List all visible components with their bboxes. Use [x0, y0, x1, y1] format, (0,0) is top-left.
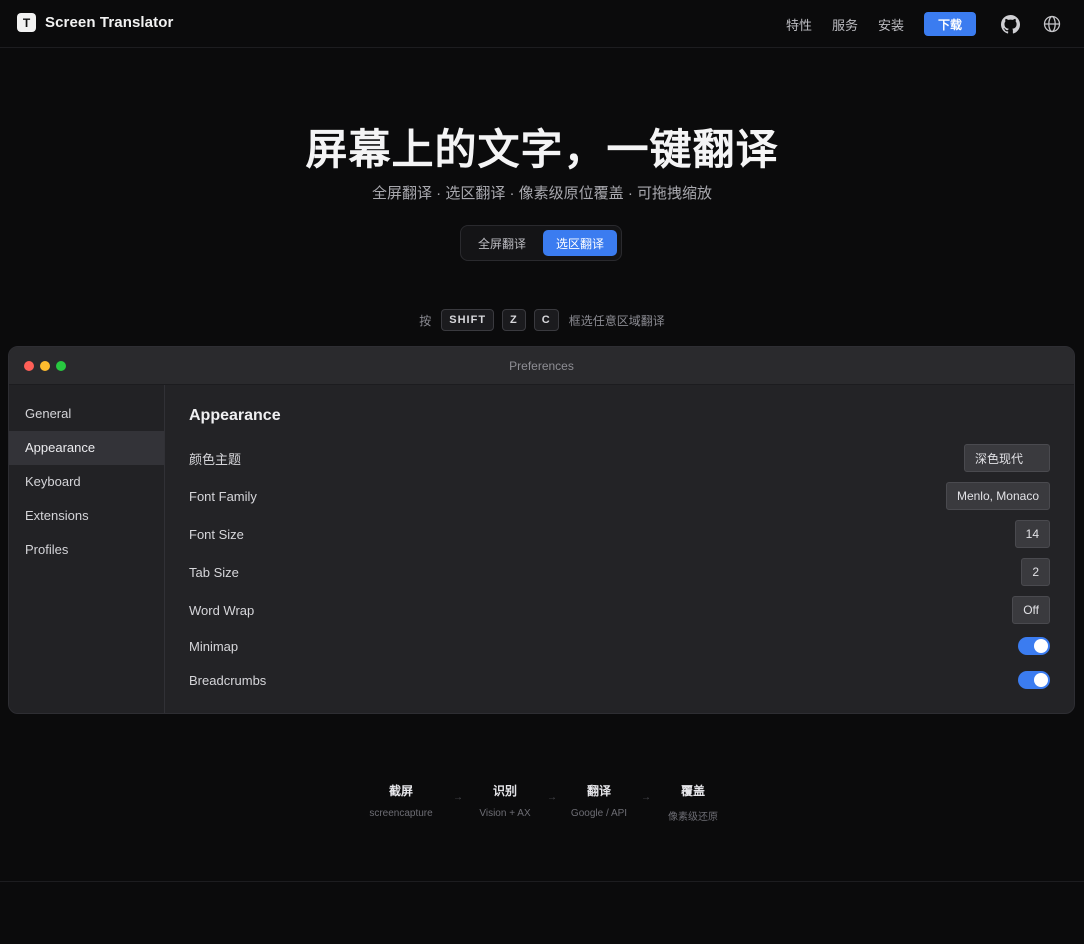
setting-row-font-family: Font Family Menlo, Monaco: [189, 481, 1050, 511]
setting-row-font-size: Font Size 14: [189, 519, 1050, 549]
font-family-select[interactable]: Menlo, Monaco: [945, 482, 1050, 510]
globe-icon[interactable]: [1042, 14, 1062, 34]
breadcrumbs-toggle[interactable]: [1018, 671, 1050, 689]
mode-selection[interactable]: 选区翻译: [543, 230, 617, 256]
key-shift: SHIFT: [441, 309, 495, 331]
sidebar-item-keyboard[interactable]: Keyboard: [9, 465, 164, 499]
sidebar-item-appearance[interactable]: Appearance: [9, 431, 164, 465]
setting-label: 颜色主题: [189, 451, 242, 467]
arrow-right-icon: →: [547, 792, 557, 803]
nav-link-install[interactable]: 安装: [878, 15, 904, 34]
pipeline-step: 翻译 Google / API: [567, 783, 631, 823]
color-theme-select[interactable]: 深色现代: [963, 444, 1050, 472]
top-bar: T Screen Translator 特性 服务 安装 下载: [0, 0, 1084, 48]
section-title: Appearance: [189, 407, 281, 424]
sidebar-item-profiles[interactable]: Profiles: [9, 533, 164, 567]
hint-prefix: 按: [419, 313, 432, 328]
setting-label: Tab Size: [189, 564, 239, 580]
window-titlebar[interactable]: Preferences: [9, 347, 1074, 385]
setting-label: Breadcrumbs: [189, 672, 267, 688]
setting-row-minimap: Minimap: [189, 631, 1050, 661]
brand-name: Screen Translator: [45, 14, 174, 31]
nav-link-features[interactable]: 特性: [786, 15, 812, 34]
pipeline-step: 截屏 screencapture: [359, 783, 443, 823]
nav: 特性 服务 安装 下载: [786, 0, 1084, 48]
preferences-sidebar: General Appearance Keyboard Extensions P…: [9, 385, 165, 713]
setting-label: Font Size: [189, 526, 244, 542]
setting-row-color-theme: 颜色主题 深色现代: [189, 443, 1050, 473]
setting-label: Minimap: [189, 638, 239, 654]
step-subtitle: 像素级还原: [668, 812, 718, 823]
font-size-input[interactable]: 14: [1014, 520, 1050, 548]
shortcut-hint: 按 SHIFT Z C 框选任意区域翻译: [0, 309, 1084, 331]
setting-row-tab-size: Tab Size 2: [189, 557, 1050, 587]
arrow-right-icon: →: [641, 792, 651, 803]
setting-row-breadcrumbs: Breadcrumbs: [189, 665, 1050, 695]
arrow-right-icon: →: [453, 792, 463, 803]
pipeline: 截屏 screencapture → 识别 Vision + AX → 翻译 G…: [0, 783, 1084, 823]
setting-row-word-wrap: Word Wrap Off: [189, 595, 1050, 625]
sidebar-item-extensions[interactable]: Extensions: [9, 499, 164, 533]
step-title: 覆盖: [680, 784, 705, 798]
logo-icon: T: [17, 13, 36, 32]
preferences-content: Appearance 颜色主题 深色现代 Font Family Menlo, …: [166, 385, 1074, 713]
setting-label: Font Family: [189, 488, 257, 504]
nav-link-services[interactable]: 服务: [832, 15, 858, 34]
tab-size-input[interactable]: 2: [1021, 558, 1050, 586]
step-title: 识别: [492, 784, 517, 798]
window-title: Preferences: [509, 359, 574, 373]
preferences-window: Preferences General Appearance Keyboard …: [8, 346, 1075, 714]
sidebar-item-general[interactable]: General: [9, 397, 164, 431]
brand[interactable]: T Screen Translator: [17, 13, 173, 32]
mode-fullscreen[interactable]: 全屏翻译: [465, 230, 539, 256]
step-title: 翻译: [586, 784, 611, 798]
step-title: 截屏: [388, 784, 413, 798]
pipeline-step: 覆盖 像素级还原: [661, 783, 725, 823]
key-c: C: [533, 309, 559, 331]
word-wrap-select[interactable]: Off: [1012, 596, 1050, 624]
hero-subtitle: 全屏翻译 · 选区翻译 · 像素级原位覆盖 · 可拖拽缩放: [372, 185, 712, 202]
step-subtitle: Google / API: [570, 808, 628, 819]
hint-suffix: 框选任意区域翻译: [568, 313, 665, 328]
key-z: Z: [502, 309, 526, 331]
mode-switch: 全屏翻译 选区翻译: [460, 225, 622, 261]
hero-title: 屏幕上的文字，一键翻译: [305, 126, 779, 173]
footer-divider: [0, 881, 1084, 882]
setting-label: Word Wrap: [189, 602, 255, 618]
download-button[interactable]: 下载: [923, 12, 976, 36]
step-subtitle: screencapture: [369, 808, 433, 819]
github-icon[interactable]: [1000, 14, 1020, 34]
minimap-toggle[interactable]: [1018, 637, 1050, 655]
pipeline-step: 识别 Vision + AX: [473, 783, 537, 823]
step-subtitle: Vision + AX: [479, 808, 531, 819]
